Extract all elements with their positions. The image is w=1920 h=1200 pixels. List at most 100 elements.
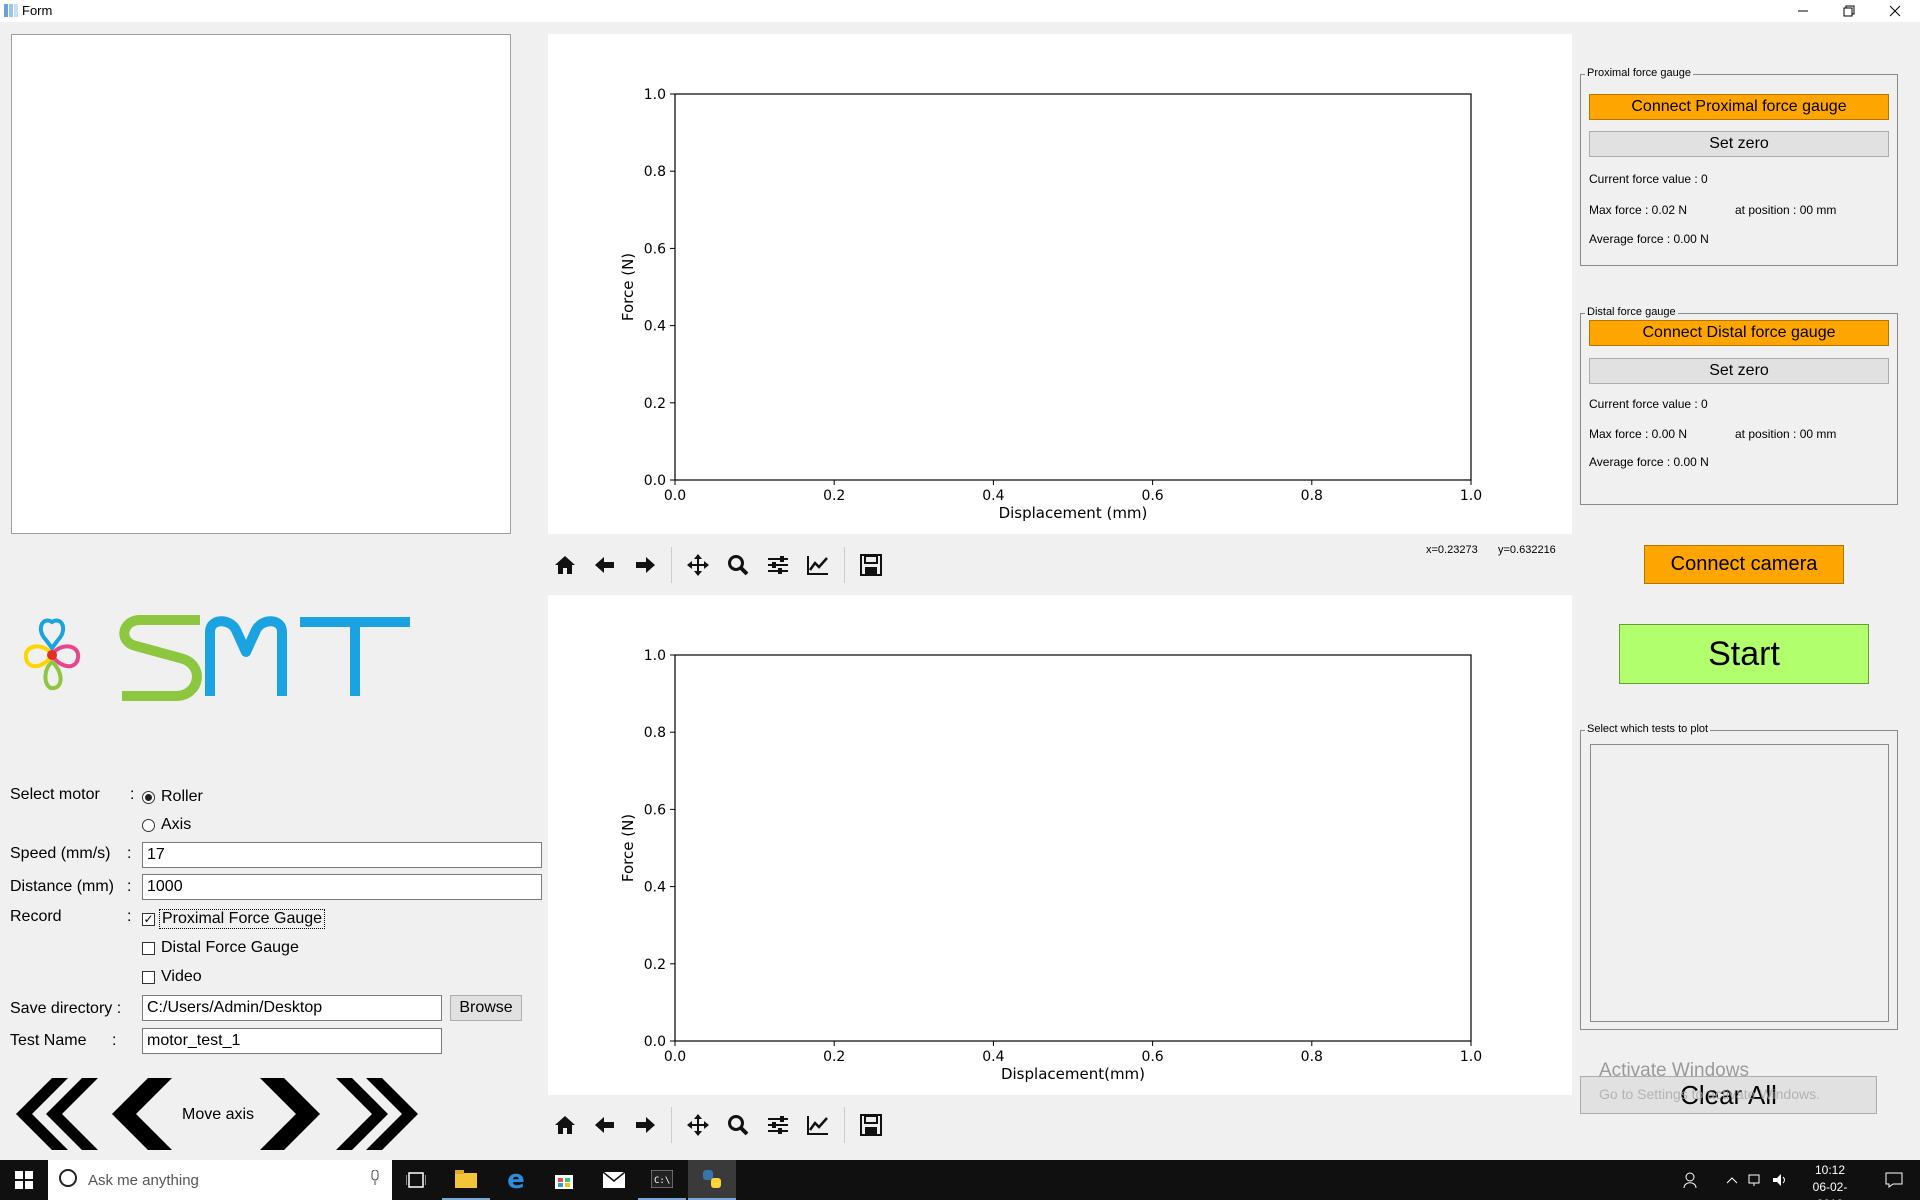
toolbar-separator — [844, 547, 845, 583]
minimize-icon[interactable] — [1780, 0, 1826, 22]
backward-icon[interactable] — [108, 1078, 174, 1150]
speed-input[interactable]: 17 — [142, 842, 542, 868]
forward-icon[interactable] — [258, 1078, 324, 1150]
toolbar-separator — [671, 1107, 672, 1143]
home-icon[interactable] — [545, 547, 585, 583]
close-icon[interactable] — [1872, 0, 1918, 22]
windows-start-icon[interactable] — [0, 1160, 48, 1200]
plot-toolbar-top — [545, 547, 891, 583]
file-explorer-icon[interactable] — [442, 1160, 490, 1200]
forward-arrow-icon[interactable] — [625, 547, 665, 583]
forward-arrow-icon[interactable] — [625, 1107, 665, 1143]
test-name-label: Test Name — [10, 1032, 87, 1049]
x-tick-label: 0.0 — [664, 488, 686, 504]
window-title: Form — [22, 3, 53, 18]
y-tick-label: 0.8 — [644, 164, 666, 180]
mail-icon[interactable] — [590, 1160, 638, 1200]
pan-icon[interactable] — [678, 1107, 718, 1143]
configure-subplots-icon[interactable] — [758, 1107, 798, 1143]
fast-backward-icon[interactable] — [12, 1078, 100, 1150]
clock[interactable]: 10:12 06-02-2019 — [1800, 1162, 1860, 1200]
network-icon[interactable] — [1744, 1160, 1768, 1200]
task-view-icon[interactable] — [392, 1160, 440, 1200]
tests-list[interactable] — [1590, 744, 1889, 1022]
clock-date: 06-02-2019 — [1812, 1180, 1848, 1200]
record-video-checkbox[interactable]: Video — [142, 968, 202, 986]
toolbar-separator — [671, 547, 672, 583]
home-icon[interactable] — [545, 1107, 585, 1143]
chevron-up-icon[interactable] — [1720, 1160, 1744, 1200]
connect-distal-button[interactable]: Connect Distal force gauge — [1589, 320, 1889, 346]
force-plot-top[interactable]: 0.0 0.2 0.4 0.6 0.8 1.0 0.0 0.2 0.4 0.6 0.8 1.0 Disp… — [548, 34, 1572, 534]
command-prompt-icon[interactable]: C:\ — [638, 1160, 686, 1200]
distal-at-position: at position : 00 mm — [1735, 427, 1837, 441]
y-tick-label: 0.2 — [644, 396, 666, 412]
proximal-max-force: Max force : 0.02 N — [1589, 203, 1688, 217]
colon: : — [130, 786, 135, 803]
volume-icon[interactable] — [1768, 1160, 1792, 1200]
radio-button[interactable] — [142, 818, 155, 832]
start-button[interactable]: Start — [1619, 624, 1869, 684]
save-figure-icon[interactable] — [851, 547, 891, 583]
people-icon[interactable] — [1676, 1160, 1708, 1200]
distal-set-zero-button[interactable]: Set zero — [1589, 358, 1889, 384]
edit-axis-icon[interactable] — [798, 547, 838, 583]
taskbar-search[interactable]: Ask me anything — [48, 1160, 392, 1200]
fast-forward-icon[interactable] — [334, 1078, 424, 1150]
checkbox[interactable] — [142, 970, 155, 984]
browse-button[interactable]: Browse — [450, 995, 522, 1021]
select-motor-label: Select motor — [10, 786, 100, 803]
zoom-icon[interactable] — [718, 1107, 758, 1143]
checkbox-checked[interactable]: ✓ — [142, 912, 155, 926]
camera-preview — [11, 34, 511, 534]
y-tick-label: 1.0 — [644, 648, 666, 664]
connect-proximal-button[interactable]: Connect Proximal force gauge — [1589, 94, 1889, 120]
restore-icon[interactable] — [1826, 0, 1872, 22]
colon: : — [127, 878, 132, 895]
python-app-icon[interactable] — [688, 1160, 736, 1200]
chart-svg: 0.0 0.2 0.4 0.6 0.8 1.0 0.0 0.2 0.4 0.6 0.8 1.0 Disp… — [619, 648, 1482, 1083]
force-plot-bottom[interactable]: 0.0 0.2 0.4 0.6 0.8 1.0 0.0 0.2 0.4 0.6 0.8 1.0 Disp… — [548, 595, 1572, 1095]
y-axis-label: Force (N) — [619, 814, 637, 882]
checkbox-label: Proximal Force Gauge — [159, 909, 326, 929]
back-arrow-icon[interactable] — [585, 1107, 625, 1143]
search-placeholder: Ask me anything — [88, 1171, 199, 1189]
distance-input[interactable]: 1000 — [142, 874, 542, 900]
proximal-set-zero-button[interactable]: Set zero — [1589, 131, 1889, 157]
record-proximal-checkbox[interactable]: ✓ Proximal Force Gauge — [142, 909, 326, 929]
checkbox-label: Distal Force Gauge — [161, 939, 299, 956]
chart-svg: 0.0 0.2 0.4 0.6 0.8 1.0 0.0 0.2 0.4 0.6 0.8 1.0 Disp… — [619, 87, 1482, 522]
taskbar: Ask me anything e C:\ 10:12 06-02-2019 — [0, 1160, 1920, 1200]
back-arrow-icon[interactable] — [585, 547, 625, 583]
microphone-icon[interactable] — [370, 1169, 380, 1191]
save-directory-input[interactable]: C:/Users/Admin/Desktop — [142, 995, 442, 1021]
y-tick-label: 0.0 — [644, 1034, 666, 1050]
configure-subplots-icon[interactable] — [758, 547, 798, 583]
x-axis-label: Displacement (mm) — [999, 504, 1148, 522]
distal-max-force: Max force : 0.00 N — [1589, 427, 1688, 441]
activate-windows-watermark: Activate Windows — [1599, 1060, 1749, 1081]
record-distal-checkbox[interactable]: Distal Force Gauge — [142, 939, 299, 957]
motor-radio-roller[interactable]: Roller — [142, 788, 203, 806]
y-tick-label: 1.0 — [644, 87, 666, 103]
x-tick-label: 0.0 — [664, 1049, 686, 1065]
coordinate-readout-y: y=0.632216 — [1498, 544, 1556, 556]
y-tick-label: 0.8 — [644, 725, 666, 741]
store-icon[interactable] — [540, 1160, 588, 1200]
save-figure-icon[interactable] — [851, 1107, 891, 1143]
proximal-at-position: at position : 00 mm — [1735, 203, 1837, 217]
x-tick-label: 0.4 — [982, 488, 1004, 504]
edit-axis-icon[interactable] — [798, 1107, 838, 1143]
connect-camera-button[interactable]: Connect camera — [1644, 545, 1844, 584]
y-tick-label: 0.0 — [644, 473, 666, 489]
edge-browser-icon[interactable]: e — [492, 1160, 540, 1200]
test-name-input[interactable]: motor_test_1 — [142, 1028, 442, 1054]
zoom-icon[interactable] — [718, 547, 758, 583]
radio-button[interactable] — [142, 790, 155, 804]
colon: : — [127, 908, 132, 925]
pan-icon[interactable] — [678, 547, 718, 583]
notifications-icon[interactable] — [1870, 1160, 1918, 1200]
x-axis-label: Displacement(mm) — [1001, 1065, 1145, 1083]
motor-radio-axis[interactable]: Axis — [142, 816, 191, 834]
checkbox[interactable] — [142, 941, 155, 955]
